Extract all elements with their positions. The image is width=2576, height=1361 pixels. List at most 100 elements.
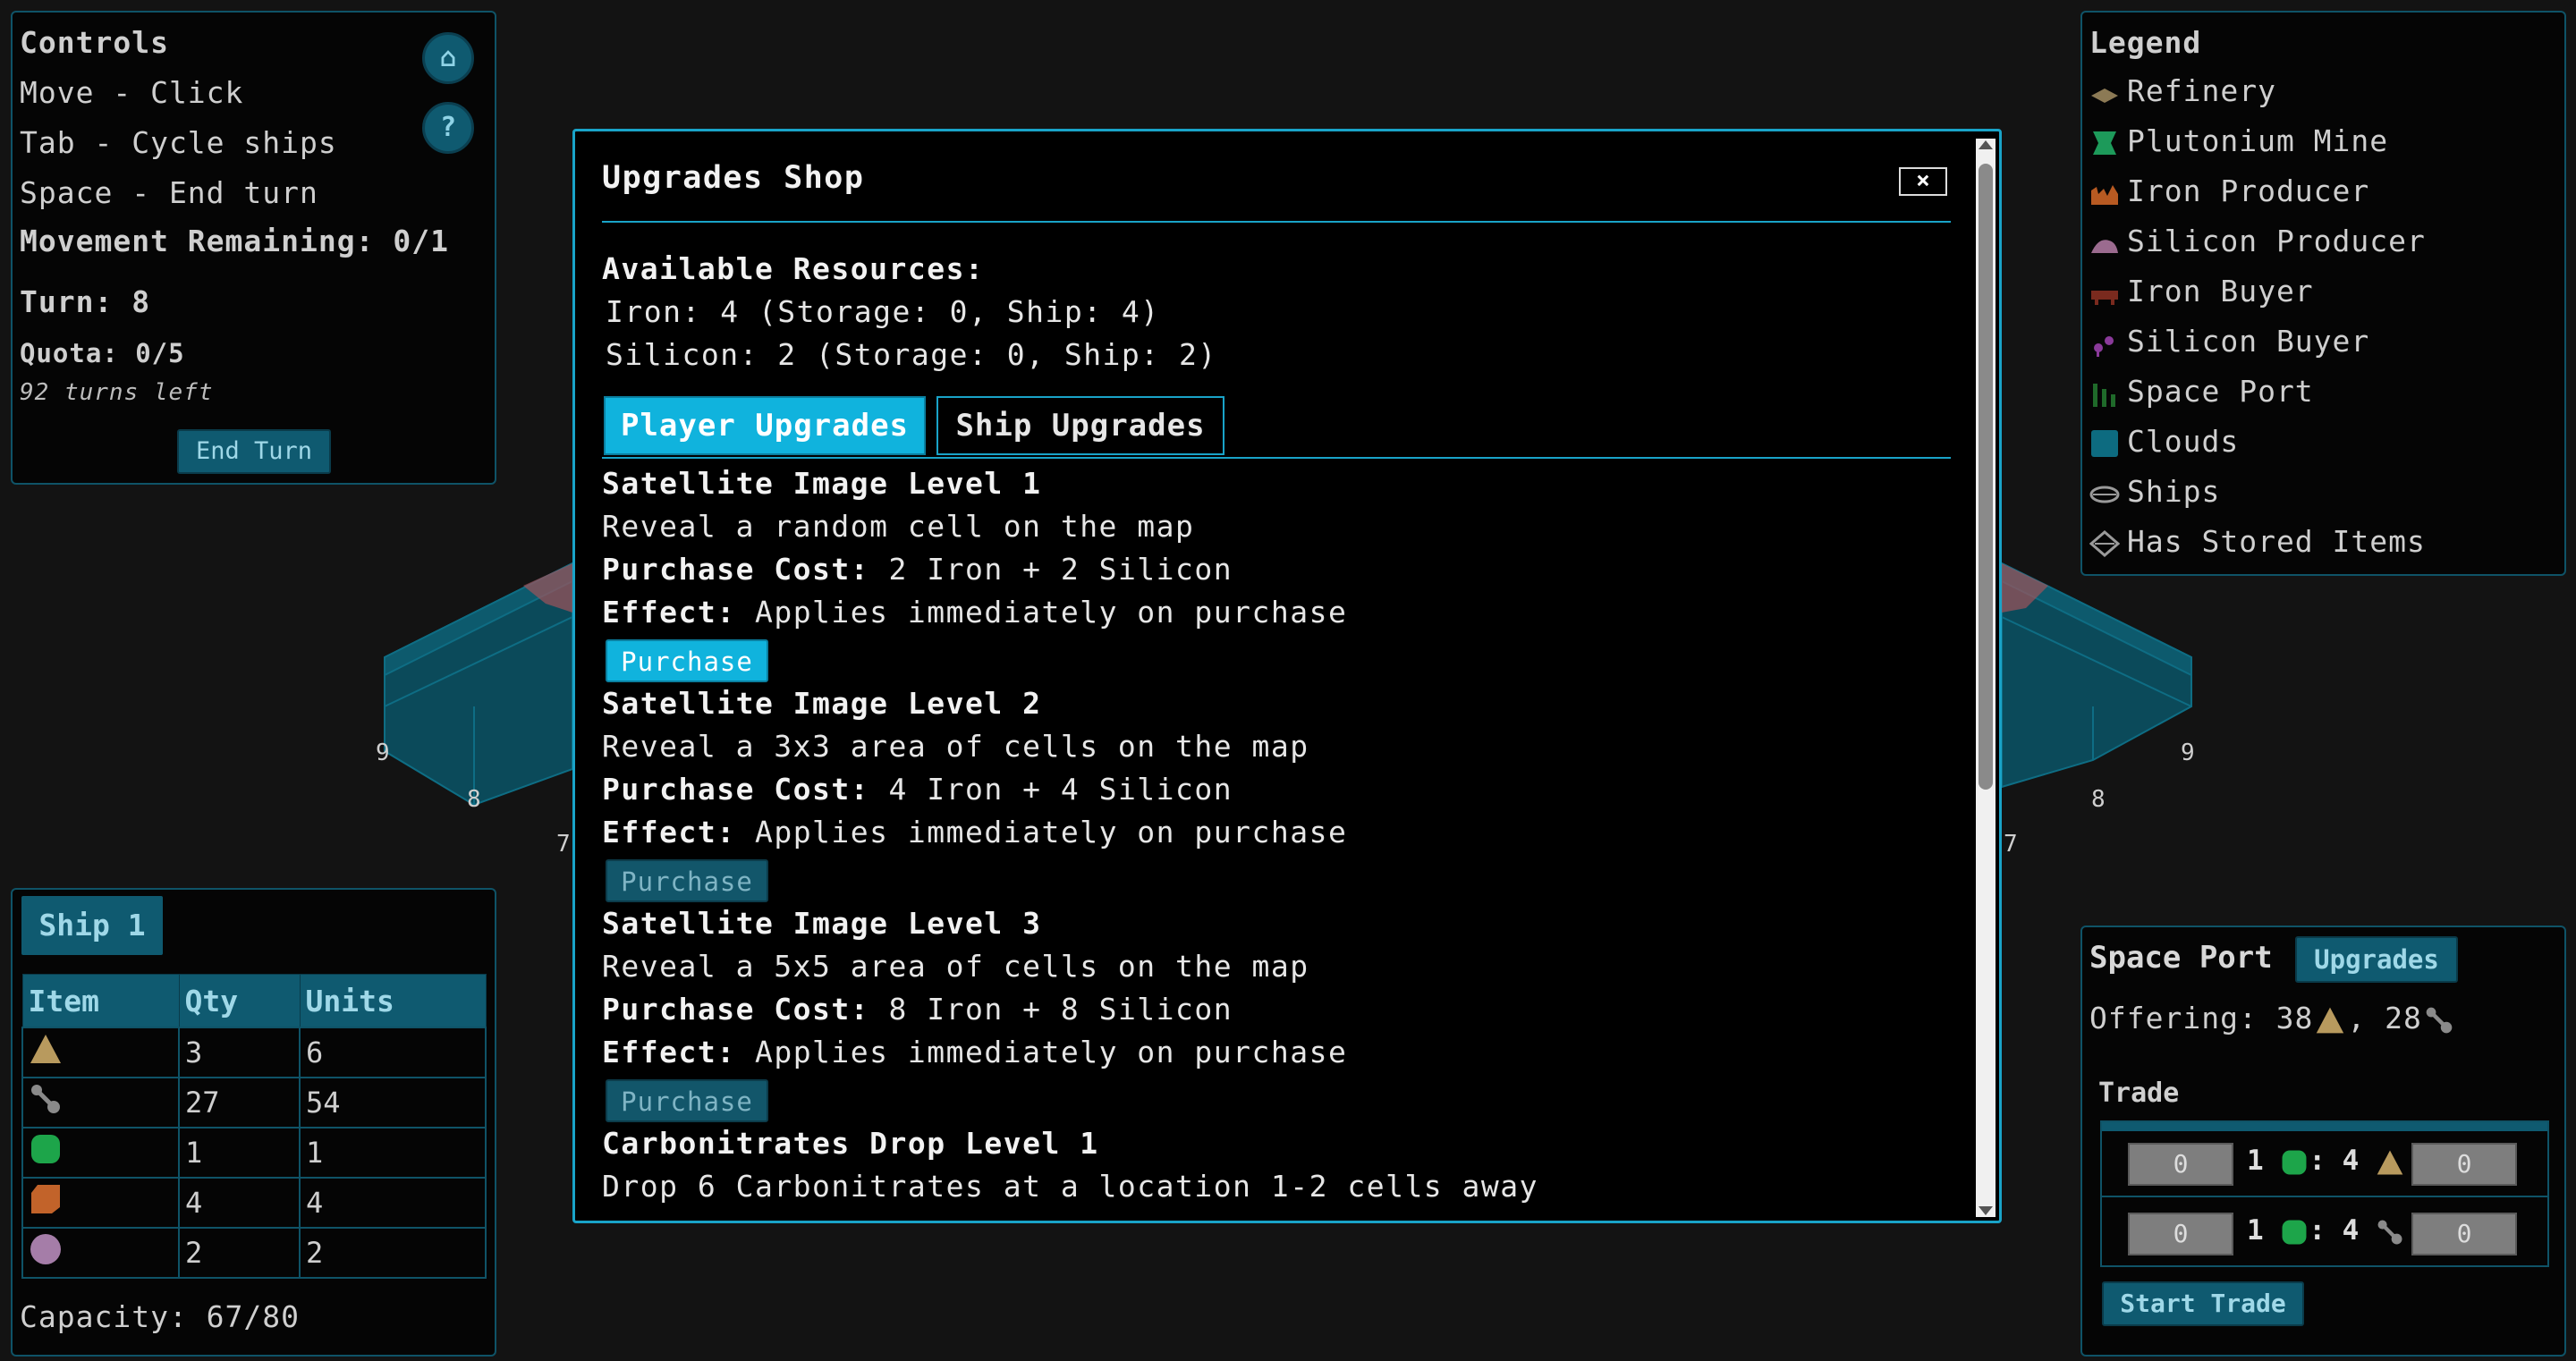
- effect-label: Effect:: [602, 815, 736, 850]
- units-cell: 1: [299, 1127, 487, 1179]
- plutonium-triangle-icon: [30, 1035, 61, 1063]
- qty-cell: 4: [178, 1177, 301, 1229]
- legend-label: Refinery: [2127, 73, 2276, 108]
- legend-item-iron-producer: Iron Producer: [2089, 173, 2369, 208]
- upgrade-effect: Effect: Applies immediately on purchase: [602, 595, 1347, 630]
- ships-icon: [2089, 486, 2120, 503]
- upgrade-effect: Effect: Applies immediately on purchase: [602, 1035, 1347, 1069]
- green-barrel-icon: [2282, 1150, 2307, 1174]
- cost-label: Purchase Cost:: [602, 552, 870, 587]
- iron-ore-icon: [31, 1185, 60, 1213]
- legend-label: Silicon Producer: [2127, 224, 2426, 258]
- table-row: 2 2: [21, 1227, 487, 1279]
- effect-value: Applies immediately on purchase: [754, 815, 1348, 850]
- purchase-button[interactable]: Purchase: [606, 1079, 768, 1122]
- legend-label: Has Stored Items: [2127, 524, 2426, 559]
- purchase-button[interactable]: Purchase: [606, 859, 768, 902]
- scrollbar-thumb[interactable]: [1979, 164, 1993, 790]
- board-label-left-9: 9: [376, 740, 390, 766]
- space-port-upgrades-button[interactable]: Upgrades: [2295, 936, 2458, 983]
- upgrade-cost: Purchase Cost: 2 Iron + 2 Silicon: [602, 552, 1233, 587]
- table-row: 27 54: [21, 1077, 487, 1129]
- trade-input-right[interactable]: 0: [2411, 1143, 2517, 1186]
- legend-label: Iron Producer: [2127, 173, 2370, 208]
- end-turn-button[interactable]: End Turn: [177, 429, 331, 474]
- legend-label: Space Port: [2127, 374, 2314, 409]
- help-icon[interactable]: ?: [422, 102, 474, 154]
- controls-move-hint: Move - Click: [20, 75, 244, 110]
- trade-input-left[interactable]: 0: [2128, 1143, 2233, 1186]
- scroll-down-icon[interactable]: [1979, 1206, 1993, 1215]
- modal-scrollbar[interactable]: [1976, 139, 1996, 1217]
- silicon-producer-icon: [2091, 239, 2118, 253]
- trade-ratio: 1 : 4: [2247, 1145, 2404, 1177]
- effect-value: Applies immediately on purchase: [754, 595, 1348, 630]
- tab-player-upgrades[interactable]: Player Upgrades: [604, 396, 926, 455]
- column-header-item: Item: [21, 974, 180, 1028]
- ship-panel: Ship 1 Item Qty Units 3 6 27 54 1 1 4 4: [11, 888, 496, 1357]
- board-left-platform[interactable]: [384, 562, 573, 807]
- purchase-button[interactable]: Purchase: [606, 639, 768, 682]
- units-cell: 2: [299, 1227, 487, 1279]
- green-barrel-icon: [31, 1135, 60, 1163]
- legend-title: Legend: [2089, 25, 2202, 60]
- legend-item-space-port: Space Port: [2089, 374, 2314, 409]
- upgrade-name: Satellite Image Level 2: [602, 686, 1042, 721]
- home-icon[interactable]: ⌂: [422, 32, 474, 84]
- upgrade-name: Carbonitrates Drop Level 1: [602, 1126, 1099, 1161]
- resource-silicon: Silicon: 2 (Storage: 0, Ship: 2): [606, 337, 1217, 372]
- effect-label: Effect:: [602, 595, 736, 630]
- green-barrel-icon: [2282, 1220, 2307, 1244]
- silicon-molecule-icon: [2377, 1220, 2402, 1244]
- trade-table-header: [2102, 1122, 2547, 1131]
- silicon-buyer-icon: [2094, 335, 2114, 357]
- stored-items-icon: [2089, 529, 2120, 557]
- trade-ratio-a: 1: [2247, 1214, 2264, 1247]
- legend-item-refinery: Refinery: [2089, 73, 2276, 108]
- trade-title: Trade: [2098, 1078, 2180, 1109]
- purple-orb-icon: [30, 1234, 61, 1264]
- legend-panel: Legend Refinery Plutonium Mine Iron Prod…: [2080, 11, 2566, 576]
- upgrade-name: Satellite Image Level 3: [602, 906, 1042, 941]
- trade-ratio-b: : 4: [2309, 1145, 2360, 1177]
- refinery-icon: [2091, 88, 2118, 103]
- ship-inventory-table: Item Qty Units 3 6 27 54 1 1 4 4 2 2: [21, 974, 487, 1279]
- trade-input-right[interactable]: 0: [2411, 1213, 2517, 1255]
- close-icon[interactable]: ×: [1899, 167, 1947, 196]
- board-right-platform[interactable]: [2001, 562, 2192, 789]
- legend-item-stored-items: Has Stored Items: [2089, 524, 2426, 559]
- movement-remaining: Movement Remaining: 0/1: [20, 224, 449, 258]
- units-cell: 4: [299, 1177, 487, 1229]
- column-header-units: Units: [299, 974, 487, 1028]
- silicon-molecule-icon: [2426, 1007, 2453, 1033]
- plutonium-triangle-icon: [2317, 1007, 2344, 1033]
- upgrade-description: Reveal a 5x5 area of cells on the map: [602, 949, 1309, 984]
- table-row: 1 1: [21, 1127, 487, 1179]
- trade-input-left[interactable]: 0: [2128, 1213, 2233, 1255]
- qty-cell: 1: [178, 1127, 301, 1179]
- board-label-left-7: 7: [556, 831, 571, 858]
- effect-label: Effect:: [602, 1035, 736, 1069]
- upgrade-cost: Purchase Cost: 8 Iron + 8 Silicon: [602, 992, 1233, 1027]
- trade-ratio: 1 : 4: [2247, 1214, 2404, 1247]
- legend-item-iron-buyer: Iron Buyer: [2089, 274, 2314, 309]
- upgrade-cost: Purchase Cost: 4 Iron + 4 Silicon: [602, 772, 1233, 807]
- qty-cell: 2: [178, 1227, 301, 1279]
- space-port-title: Space Port: [2089, 940, 2273, 976]
- column-header-qty: Qty: [178, 974, 301, 1028]
- cost-label: Purchase Cost:: [602, 992, 870, 1027]
- controls-panel: Controls Move - Click Tab - Cycle ships …: [11, 11, 496, 485]
- scroll-up-icon[interactable]: [1979, 140, 1993, 149]
- tab-ship-upgrades[interactable]: Ship Upgrades: [936, 396, 1224, 455]
- board-label-right-9: 9: [2181, 740, 2195, 766]
- legend-item-silicon-buyer: Silicon Buyer: [2089, 324, 2369, 359]
- turn-counter: Turn: 8: [20, 284, 151, 319]
- trade-ratio-b: : 4: [2309, 1214, 2360, 1247]
- ship-capacity: Capacity: 67/80: [20, 1299, 301, 1334]
- cost-value: 8 Iron + 8 Silicon: [888, 992, 1233, 1027]
- start-trade-button[interactable]: Start Trade: [2102, 1281, 2304, 1326]
- ship-tab[interactable]: Ship 1: [21, 896, 163, 955]
- effect-value: Applies immediately on purchase: [754, 1035, 1348, 1069]
- legend-item-ships: Ships: [2089, 474, 2220, 509]
- space-port-offering: Offering: 38 , 28: [2089, 1001, 2454, 1036]
